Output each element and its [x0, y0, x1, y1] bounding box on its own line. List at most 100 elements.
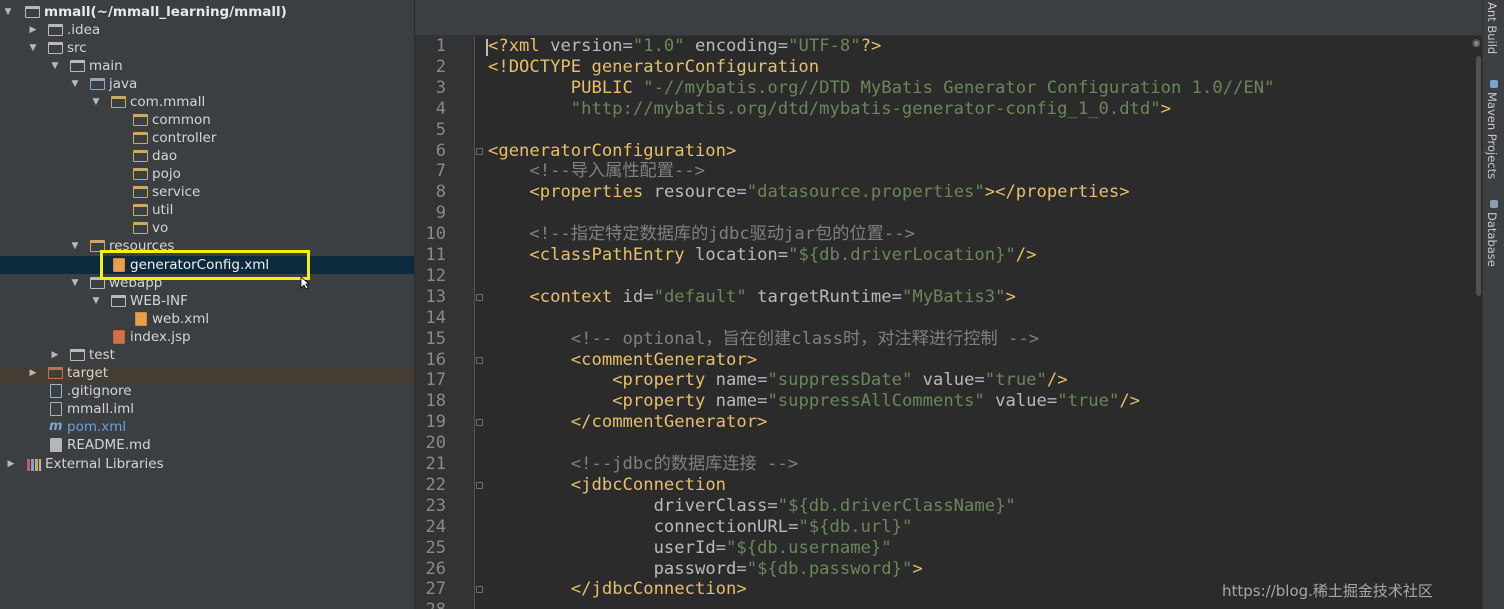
chevron-down-icon[interactable]: ▼ — [50, 57, 60, 75]
tree-root-path: (~/mmall_learning/mmall) — [90, 4, 287, 20]
code-line[interactable]: password="${db.password}"> — [488, 559, 923, 580]
package-icon — [133, 132, 148, 144]
tree-item-label: common — [152, 112, 211, 128]
fold-marker-icon[interactable] — [476, 293, 483, 301]
fold-marker-icon[interactable] — [476, 481, 483, 489]
code-line[interactable]: <!-- optional，旨在创建class时，对注释进行控制 --> — [488, 329, 1039, 350]
scrollbar-thumb[interactable] — [1476, 56, 1481, 296]
line-number: 19 — [425, 412, 446, 433]
code-token: location — [694, 245, 778, 265]
code-token: value — [922, 370, 975, 391]
chevron-down-icon[interactable]: ▼ — [91, 93, 101, 111]
code-line[interactable]: <commentGenerator> — [488, 350, 757, 371]
tree-item-label: main — [89, 58, 123, 74]
code-line[interactable]: <properties resource="datasource.propert… — [488, 182, 1129, 203]
tree-item-web-inf[interactable]: ▼ WEB-INF — [0, 292, 414, 310]
code-editor[interactable]: <?xml version="1.0" encoding="UTF-8"?> <!… — [485, 36, 1475, 609]
tree-item-controller[interactable]: controller — [0, 129, 414, 147]
code-line[interactable]: <!--指定特定数据库的jdbc驱动jar包的位置--> — [488, 224, 915, 245]
code-line[interactable]: <property name="suppressAllComments" val… — [488, 391, 1140, 412]
chevron-right-icon[interactable]: ▶ — [6, 455, 16, 473]
chevron-down-icon[interactable]: ▼ — [70, 75, 80, 93]
code-token: "${db.password}" — [746, 558, 913, 579]
tree-item-web-xml[interactable]: web.xml — [0, 310, 414, 328]
code-line[interactable]: <?xml version="1.0" encoding="UTF-8"?> — [488, 36, 881, 57]
code-line[interactable]: <jdbcConnection — [488, 475, 726, 496]
chevron-right-icon[interactable]: ▶ — [28, 364, 38, 382]
editor-scrollbar[interactable] — [1475, 36, 1482, 609]
line-number: 16 — [425, 349, 446, 370]
tree-item-index-jsp[interactable]: index.jsp — [0, 328, 414, 346]
tree-item-util[interactable]: util — [0, 201, 414, 219]
package-icon — [133, 150, 148, 162]
chevron-down-icon[interactable]: ▼ — [70, 274, 80, 292]
tree-root-mmall[interactable]: ▼ mmall(~/mmall_learning/mmall) — [0, 3, 414, 21]
code-line[interactable]: <classPathEntry location="${db.driverLoc… — [488, 245, 1036, 266]
chevron-down-icon[interactable]: ▼ — [3, 3, 13, 21]
chevron-down-icon[interactable]: ▼ — [28, 39, 38, 57]
code-token: name — [715, 370, 758, 391]
tree-item-external-libraries[interactable]: ▶ External Libraries — [0, 455, 414, 473]
tree-item-target[interactable]: ▶ target — [0, 364, 414, 382]
tree-item-gitignore[interactable]: .gitignore — [0, 382, 414, 400]
tool-tab-maven-projects[interactable]: Maven Projects — [1485, 92, 1499, 179]
tree-item-label: service — [152, 184, 201, 200]
tree-item-src[interactable]: ▼ src — [0, 39, 414, 57]
tree-item-resources[interactable]: ▼ resources — [0, 237, 414, 255]
code-line[interactable]: userId="${db.username}" — [488, 538, 892, 559]
folder-icon — [70, 349, 85, 361]
code-line[interactable]: connectionURL="${db.url}" — [488, 517, 913, 538]
code-line[interactable]: <property name="suppressDate" value="tru… — [488, 370, 1067, 391]
tree-item-service[interactable]: service — [0, 183, 414, 201]
chevron-right-icon[interactable]: ▶ — [50, 346, 60, 364]
eye-icon[interactable]: ◉ — [1472, 38, 1481, 49]
tree-item-main[interactable]: ▼ main — [0, 57, 414, 75]
tree-item-generatorconfig-xml[interactable]: generatorConfig.xml — [0, 256, 414, 274]
code-line[interactable]: </commentGenerator> — [488, 412, 768, 433]
code-token: </jdbcConnection> — [570, 579, 747, 600]
tree-item-idea[interactable]: ▶ .idea — [0, 21, 414, 39]
code-line[interactable]: </jdbcConnection> — [488, 579, 747, 600]
tree-item-dao[interactable]: dao — [0, 147, 414, 165]
fold-marker-icon[interactable] — [476, 356, 483, 364]
line-number: 26 — [425, 558, 446, 579]
package-icon — [111, 96, 126, 108]
tree-item-label: .idea — [67, 22, 101, 38]
tree-item-com-mmall[interactable]: ▼ com.mmall — [0, 93, 414, 111]
code-line[interactable]: PUBLIC "-//mybatis.org//DTD MyBatis Gene… — [488, 78, 1275, 99]
fold-marker-icon[interactable] — [476, 147, 483, 155]
tool-tab-database[interactable]: Database — [1485, 212, 1499, 267]
line-number: 23 — [425, 495, 446, 516]
tree-item-mmall-iml[interactable]: mmall.iml — [0, 400, 414, 418]
code-line[interactable]: <generatorConfiguration> — [488, 141, 736, 162]
tool-tab-ant-build[interactable]: Ant Build — [1485, 2, 1499, 54]
code-line[interactable]: "http://mybatis.org/dtd/mybatis-generato… — [488, 99, 1171, 120]
code-line[interactable]: <!--导入属性配置--> — [488, 161, 705, 182]
code-line[interactable]: driverClass="${db.driverClassName}" — [488, 496, 1016, 517]
tree-item-vo[interactable]: vo — [0, 219, 414, 237]
code-line[interactable]: <context id="default" targetRuntime="MyB… — [488, 287, 1015, 308]
fold-marker-icon[interactable] — [476, 586, 483, 594]
chevron-down-icon[interactable]: ▼ — [91, 292, 101, 310]
tree-item-label: index.jsp — [130, 329, 191, 345]
code-token: userId — [653, 537, 716, 558]
tree-item-test[interactable]: ▶ test — [0, 346, 414, 364]
tree-item-webapp[interactable]: ▼ webapp — [0, 274, 414, 292]
fold-marker-icon[interactable] — [476, 419, 483, 427]
tree-item-java[interactable]: ▼ java — [0, 75, 414, 93]
chevron-right-icon[interactable]: ▶ — [28, 21, 38, 39]
tree-item-pom-xml[interactable]: m pom.xml — [0, 418, 414, 436]
tree-item-pojo[interactable]: pojo — [0, 165, 414, 183]
code-token: = — [757, 370, 768, 391]
code-line[interactable]: <!DOCTYPE generatorConfiguration — [488, 57, 819, 78]
code-token: "1.0" — [632, 36, 685, 56]
tree-item-common[interactable]: common — [0, 111, 414, 129]
code-line[interactable]: <!--jdbc的数据库连接 --> — [488, 454, 798, 475]
chevron-down-icon[interactable]: ▼ — [70, 237, 80, 255]
text-file-icon — [50, 384, 62, 398]
tree-item-readme-md[interactable]: README.md — [0, 436, 414, 454]
code-token: <!-- optional，旨在创建class时，对注释进行控制 --> — [488, 328, 1040, 349]
